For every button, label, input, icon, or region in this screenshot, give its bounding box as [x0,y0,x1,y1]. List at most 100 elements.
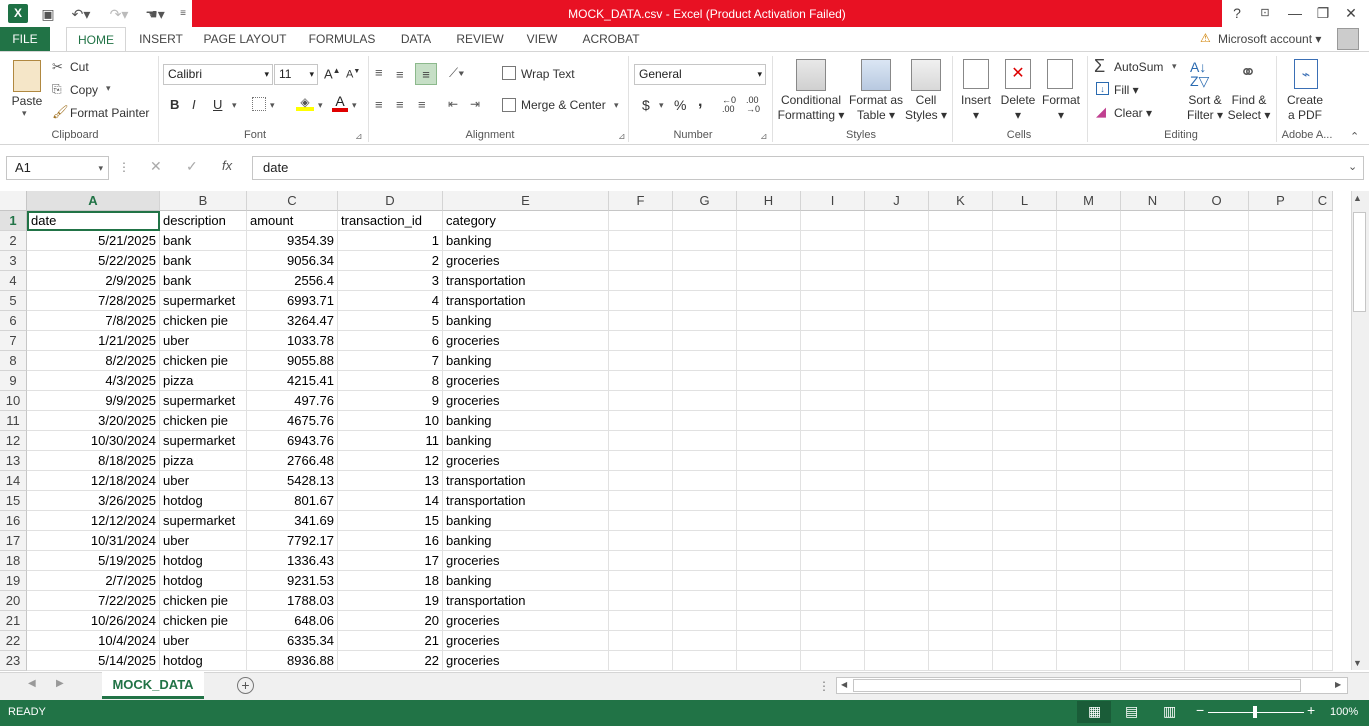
cell[interactable]: 10/4/2024 [27,631,160,651]
cell[interactable]: 7/28/2025 [27,291,160,311]
cell[interactable] [1313,211,1333,231]
cell[interactable] [673,371,737,391]
cell[interactable] [1313,271,1333,291]
cell[interactable] [801,371,865,391]
cancel-icon[interactable]: ✕ [150,158,162,175]
cell[interactable] [673,411,737,431]
cell[interactable] [993,311,1057,331]
cell[interactable]: banking [443,311,609,331]
cell[interactable] [737,491,801,511]
comma-button[interactable]: , [698,93,702,111]
cell[interactable] [609,271,673,291]
cell[interactable] [1185,511,1249,531]
create-pdf-button[interactable]: Create a PDF [1282,93,1328,123]
cell[interactable] [1057,311,1121,331]
cell[interactable]: 9 [338,391,443,411]
row-header[interactable]: 4 [0,271,27,291]
format-as-table-button[interactable]: Format as Table ▾ [846,93,906,123]
font-dialog-launcher-icon[interactable]: ⊿ [355,131,363,142]
cell[interactable]: chicken pie [160,591,247,611]
column-header-m[interactable]: M [1057,191,1121,211]
cell[interactable] [801,551,865,571]
minimize-button[interactable]: — [1284,3,1306,23]
cell[interactable]: 1788.03 [247,591,338,611]
cell[interactable]: 2/9/2025 [27,271,160,291]
cell[interactable] [1057,631,1121,651]
cell[interactable] [801,211,865,231]
cell[interactable] [673,231,737,251]
tab-acrobat[interactable]: ACROBAT [572,27,650,51]
cell[interactable] [673,451,737,471]
row-header[interactable]: 5 [0,291,27,311]
cell[interactable] [865,211,929,231]
cell[interactable] [801,311,865,331]
cell[interactable] [1249,451,1313,471]
cell[interactable] [993,491,1057,511]
cell[interactable] [609,251,673,271]
cell[interactable]: groceries [443,451,609,471]
cell[interactable] [1057,411,1121,431]
cell[interactable]: transaction_id [338,211,443,231]
tab-splitter-icon[interactable]: ⋮ [818,679,830,693]
cell[interactable] [993,411,1057,431]
cell[interactable]: uber [160,331,247,351]
cell[interactable]: 497.76 [247,391,338,411]
cell[interactable] [1185,591,1249,611]
cell[interactable] [865,571,929,591]
sheet-tab-mock-data[interactable]: MOCK_DATA [102,672,204,699]
cell[interactable]: 2 [338,251,443,271]
cell[interactable] [993,291,1057,311]
cell[interactable]: pizza [160,371,247,391]
cell[interactable] [801,231,865,251]
cell[interactable]: 7/22/2025 [27,591,160,611]
restore-button[interactable]: ❐ [1312,3,1334,23]
cell[interactable]: uber [160,631,247,651]
cell[interactable]: category [443,211,609,231]
cell[interactable]: 6943.76 [247,431,338,451]
redo-icon[interactable]: ↷▾ [104,4,134,24]
row-header[interactable]: 6 [0,311,27,331]
cell[interactable]: groceries [443,251,609,271]
column-header-n[interactable]: N [1121,191,1185,211]
increase-decimal-icon[interactable]: ←0.00 [722,96,736,114]
customize-qat-icon[interactable]: ≡ [176,4,190,24]
save-icon[interactable]: ▣ [38,4,58,24]
cell[interactable]: hotdog [160,571,247,591]
alignment-dialog-launcher-icon[interactable]: ⊿ [618,131,626,142]
cell[interactable] [1121,251,1185,271]
cell[interactable] [865,631,929,651]
cell[interactable] [737,651,801,671]
vertical-scroll-thumb[interactable] [1353,212,1366,312]
cell[interactable]: groceries [443,631,609,651]
cell[interactable] [1185,611,1249,631]
cell[interactable] [737,271,801,291]
currency-button[interactable]: $ [642,97,650,113]
format-painter-button[interactable]: Format Painter [70,106,149,120]
ribbon-display-button[interactable]: ⊡ [1254,3,1276,23]
horizontal-scroll-thumb[interactable] [853,679,1301,692]
italic-button[interactable]: I [192,97,196,112]
cell[interactable] [1121,431,1185,451]
cell[interactable] [801,571,865,591]
autosum-dropdown-icon[interactable]: ▾ [1172,61,1177,72]
cell[interactable] [609,391,673,411]
cell[interactable] [609,351,673,371]
cell[interactable] [1057,211,1121,231]
font-name-select[interactable]: Calibri ▾ [163,64,273,85]
cell[interactable] [1121,351,1185,371]
cell[interactable] [609,311,673,331]
cell[interactable] [1121,391,1185,411]
cell[interactable] [801,471,865,491]
cell[interactable] [737,211,801,231]
new-sheet-icon[interactable]: + [237,677,254,694]
cell[interactable]: 10/30/2024 [27,431,160,451]
cell[interactable] [1313,551,1333,571]
cell[interactable] [609,531,673,551]
cell[interactable]: uber [160,531,247,551]
row-header[interactable]: 8 [0,351,27,371]
cell[interactable] [1185,651,1249,671]
cell[interactable]: transportation [443,491,609,511]
cell[interactable] [865,431,929,451]
cell[interactable] [993,351,1057,371]
cell[interactable]: pizza [160,451,247,471]
